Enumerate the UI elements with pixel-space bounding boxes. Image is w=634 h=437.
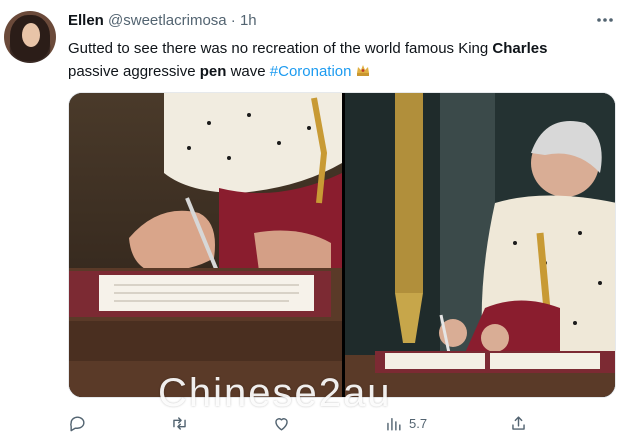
watermark-text: Chinese2au: [158, 371, 392, 415]
retweet-icon: [173, 417, 186, 430]
tweet-time[interactable]: 1h: [240, 12, 257, 29]
avatar-face: [22, 23, 40, 47]
like-button[interactable]: [272, 414, 297, 433]
tweet-text-bold-pen: pen: [199, 63, 227, 80]
reply-button[interactable]: [68, 414, 93, 433]
views-icon: [387, 418, 401, 431]
tweet-text-bold-charles: Charles: [492, 40, 548, 57]
author-handle[interactable]: @sweetlacrimosa: [108, 12, 227, 29]
tweet-text: Gutted to see there was no recreation of…: [68, 37, 608, 83]
author-avatar[interactable]: [4, 11, 56, 63]
reply-icon: [70, 416, 85, 432]
tweet-header: Ellen @sweetlacrimosa · 1h: [68, 12, 257, 29]
views-button[interactable]: 5.7: [384, 414, 427, 433]
left-photo[interactable]: [69, 93, 342, 398]
like-icon: [275, 418, 288, 431]
right-photo[interactable]: [345, 93, 616, 398]
action-bar: 5.7: [0, 414, 634, 436]
crown-emoji-icon: [356, 61, 370, 76]
separator-dot: ·: [230, 12, 236, 29]
tweet-text-part3: wave: [226, 63, 270, 80]
hashtag-link[interactable]: #Coronation: [270, 63, 352, 80]
views-count: 5.7: [409, 416, 428, 431]
share-icon: [512, 416, 525, 430]
share-button[interactable]: [509, 414, 534, 433]
tweet-text-part1: Gutted to see there was no recreation of…: [68, 40, 493, 57]
retweet-button[interactable]: [170, 414, 195, 433]
tweet-text-part2: passive aggressive: [68, 63, 200, 80]
more-icon[interactable]: [596, 10, 614, 28]
media-grid[interactable]: [68, 92, 616, 398]
author-name[interactable]: Ellen: [68, 12, 104, 29]
